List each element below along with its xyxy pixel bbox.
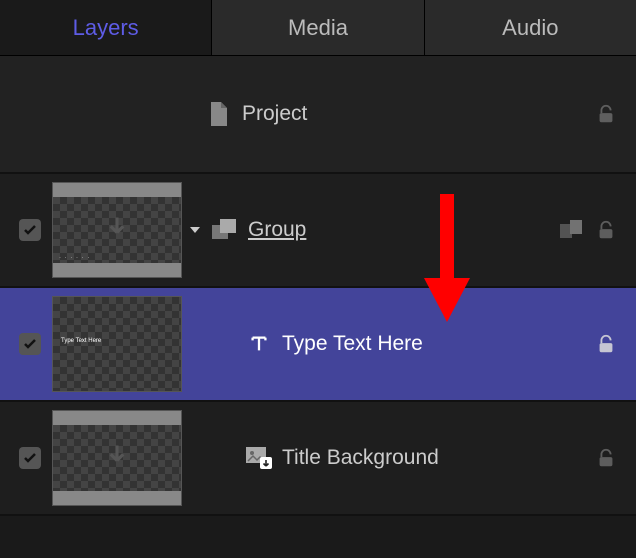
dropzone-icon (242, 447, 276, 469)
mask-icon[interactable] (560, 218, 584, 242)
visibility-checkbox[interactable] (19, 447, 41, 469)
lock-icon[interactable] (592, 330, 620, 358)
lock-icon[interactable] (592, 216, 620, 244)
tab-audio[interactable]: Audio (425, 0, 636, 55)
panel-tabs: Layers Media Audio (0, 0, 636, 56)
lock-icon[interactable] (592, 100, 620, 128)
text-type-icon (242, 333, 276, 355)
layer-label: Project (242, 102, 307, 126)
layer-row-group[interactable]: · · · · · · Group (0, 174, 636, 288)
layer-thumbnail: · · · · · · (52, 182, 182, 278)
layer-label[interactable]: Type Text Here (282, 332, 423, 356)
visibility-checkbox[interactable] (19, 333, 41, 355)
layers-panel: Project · · · · · · Group (0, 56, 636, 516)
lock-icon[interactable] (592, 444, 620, 472)
group-stack-icon (208, 219, 242, 241)
visibility-checkbox[interactable] (19, 219, 41, 241)
tab-media[interactable]: Media (212, 0, 424, 55)
layer-thumbnail: Type Text Here (52, 296, 182, 392)
layer-thumbnail (52, 410, 182, 506)
tab-layers[interactable]: Layers (0, 0, 212, 55)
project-icon (202, 100, 236, 128)
layer-row-text[interactable]: Type Text Here Type Text Here (0, 288, 636, 402)
layer-row-title-background[interactable]: Title Background (0, 402, 636, 516)
layer-row-project[interactable]: Project (0, 56, 636, 174)
layer-label: Title Background (282, 446, 439, 470)
disclosure-triangle[interactable] (182, 222, 208, 238)
layer-label[interactable]: Group (248, 218, 306, 242)
